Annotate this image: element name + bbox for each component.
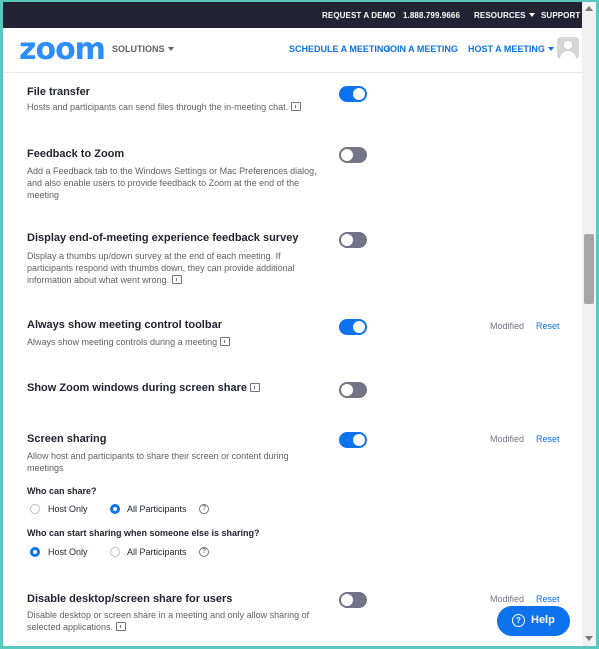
zoom-windows-toggle[interactable] <box>339 382 367 398</box>
settings-content: File transfer Hosts and participants can… <box>3 73 582 646</box>
setting-desc: Allow host and participants to share the… <box>27 451 289 473</box>
info-icon[interactable] <box>291 102 302 111</box>
setting-desc-text: Always show meeting controls during a me… <box>27 337 218 347</box>
toggle-knob <box>341 594 353 606</box>
end-survey-toggle[interactable] <box>339 232 367 248</box>
setting-desc-text: Display a thumbs up/down survey at the e… <box>27 251 295 285</box>
chevron-down-icon <box>528 13 535 17</box>
help-question-icon[interactable]: ? <box>199 547 209 557</box>
vertical-scrollbar[interactable] <box>582 2 596 646</box>
disable-share-toggle[interactable] <box>339 592 367 608</box>
help-label: Help <box>531 614 555 626</box>
setting-desc: Hosts and participants can send files th… <box>27 101 323 113</box>
toggle-knob <box>353 321 365 333</box>
phone-number[interactable]: 1.888.799.9666 <box>403 11 460 20</box>
solutions-label: SOLUTIONS <box>112 44 165 54</box>
setting-title-text: Show Zoom windows during screen share <box>27 382 248 394</box>
scrollbar-thumb[interactable] <box>584 234 594 304</box>
setting-title: Display end-of-meeting experience feedba… <box>27 232 299 244</box>
toggle-knob <box>341 384 353 396</box>
toggle-knob <box>353 88 365 100</box>
question-circle-icon: ? <box>512 614 525 627</box>
avatar-head-shape <box>564 41 572 49</box>
all-participants-label[interactable]: All Participants <box>127 504 187 514</box>
reset-link[interactable]: Reset <box>536 321 560 331</box>
avatar-body-shape <box>560 51 576 59</box>
help-button[interactable]: ? Help <box>497 606 570 636</box>
schedule-meeting-link[interactable]: SCHEDULE A MEETING <box>289 44 390 54</box>
reset-link[interactable]: Reset <box>536 594 560 604</box>
setting-desc: Display a thumbs up/down survey at the e… <box>27 250 323 286</box>
modified-label: Modified <box>490 321 525 331</box>
setting-title: Screen sharing <box>27 433 107 445</box>
info-icon[interactable] <box>172 275 183 284</box>
scroll-down-arrow-icon[interactable] <box>585 636 593 641</box>
all-participants-radio[interactable] <box>110 504 120 514</box>
info-icon[interactable] <box>250 383 261 392</box>
browser-viewport: REQUEST A DEMO 1.888.799.9666 RESOURCES … <box>3 2 596 646</box>
chevron-down-icon <box>167 47 174 51</box>
toggle-knob <box>341 149 353 161</box>
top-bar: REQUEST A DEMO 1.888.799.9666 RESOURCES … <box>3 2 582 28</box>
toggle-knob <box>341 234 353 246</box>
chevron-down-icon <box>547 47 554 51</box>
host-meeting-label: HOST A MEETING <box>468 44 545 54</box>
scroll-up-arrow-icon[interactable] <box>585 6 593 11</box>
screen-sharing-toggle[interactable] <box>339 432 367 448</box>
setting-title: Disable desktop/screen share for users <box>27 593 233 605</box>
who-can-share-label: Who can share? <box>27 486 97 496</box>
host-only-label[interactable]: Host Only <box>48 504 88 514</box>
resources-label: RESOURCES <box>474 11 526 20</box>
setting-desc: Add a Feedback tab to the Windows Settin… <box>27 166 317 200</box>
help-question-icon[interactable]: ? <box>199 504 209 514</box>
setting-title: Always show meeting control toolbar <box>27 319 222 331</box>
solutions-menu[interactable]: SOLUTIONS <box>112 44 174 54</box>
main-nav: zoom SOLUTIONS SCHEDULE A MEETING JOIN A… <box>3 28 582 73</box>
info-icon[interactable] <box>220 337 231 346</box>
control-toolbar-toggle[interactable] <box>339 319 367 335</box>
all-participants-radio[interactable] <box>110 547 120 557</box>
zoom-logo[interactable]: zoom <box>19 32 106 67</box>
reset-link[interactable]: Reset <box>536 434 560 444</box>
request-demo-link[interactable]: REQUEST A DEMO <box>322 11 396 20</box>
setting-title: Show Zoom windows during screen share <box>27 382 261 394</box>
host-only-radio[interactable] <box>30 547 40 557</box>
resources-menu[interactable]: RESOURCES <box>474 11 535 20</box>
file-transfer-toggle[interactable] <box>339 86 367 102</box>
setting-desc: Always show meeting controls during a me… <box>27 336 323 348</box>
setting-desc-text: Disable desktop or screen share in a mee… <box>27 610 310 632</box>
support-link[interactable]: SUPPORT <box>541 11 580 20</box>
host-only-radio[interactable] <box>30 504 40 514</box>
modified-label: Modified <box>490 434 525 444</box>
host-only-label[interactable]: Host Only <box>48 547 88 557</box>
setting-title: File transfer <box>27 86 90 98</box>
info-icon[interactable] <box>116 622 127 631</box>
setting-desc: Disable desktop or screen share in a mee… <box>27 609 332 633</box>
host-meeting-menu[interactable]: HOST A MEETING <box>468 44 554 54</box>
setting-title: Feedback to Zoom <box>27 148 125 160</box>
avatar[interactable] <box>557 37 579 59</box>
feedback-toggle[interactable] <box>339 147 367 163</box>
who-can-start-sharing-label: Who can start sharing when someone else … <box>27 528 260 538</box>
toggle-knob <box>353 434 365 446</box>
setting-desc-text: Hosts and participants can send files th… <box>27 102 289 112</box>
join-meeting-link[interactable]: JOIN A MEETING <box>385 44 458 54</box>
all-participants-label[interactable]: All Participants <box>127 547 187 557</box>
modified-label: Modified <box>490 594 525 604</box>
